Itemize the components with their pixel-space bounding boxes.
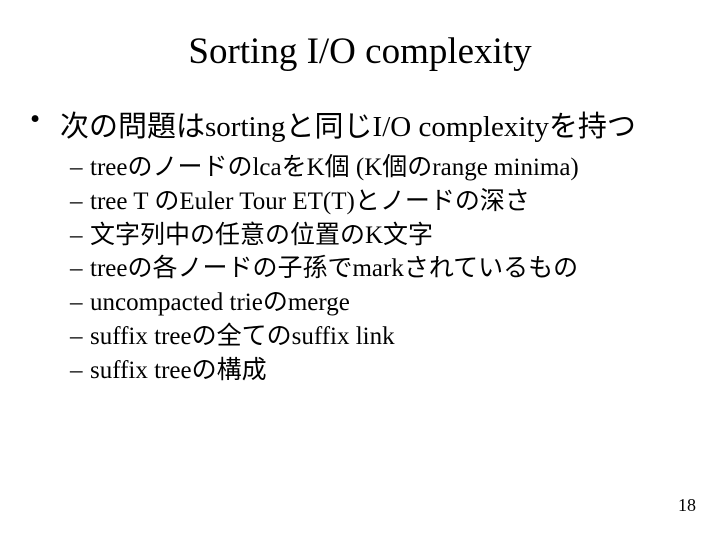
bullet-dot-icon: • <box>30 103 60 136</box>
bullet-level2: – uncompacted trieのmerge <box>70 286 700 320</box>
bullet-level2: – suffix treeの全てのsuffix link <box>70 320 700 354</box>
bullet-level2: – treeのノードのlcaをK個 (K個のrange minima) <box>70 151 700 185</box>
page-number: 18 <box>678 495 696 516</box>
sub-bullet-text: treeの各ノードの子孫でmarkされているもの <box>90 252 700 286</box>
sub-bullet-text: 文字列中の任意の位置のK文字 <box>90 219 700 253</box>
dash-icon: – <box>70 185 90 219</box>
bullet-text: 次の問題はsortingと同じI/O complexityを持つ <box>60 103 700 145</box>
bullet-level2: – tree T のEuler Tour ET(T)とノードの深さ <box>70 185 700 219</box>
dash-icon: – <box>70 286 90 320</box>
slide: Sorting I/O complexity • 次の問題はsortingと同じ… <box>0 0 720 540</box>
bullet-level1: • 次の問題はsortingと同じI/O complexityを持つ <box>30 103 700 145</box>
sub-bullet-text: suffix treeの構成 <box>90 354 700 388</box>
slide-body: • 次の問題はsortingと同じI/O complexityを持つ – tre… <box>0 103 720 387</box>
bullet-level2: – 文字列中の任意の位置のK文字 <box>70 219 700 253</box>
sub-bullet-text: suffix treeの全てのsuffix link <box>90 320 700 354</box>
dash-icon: – <box>70 151 90 185</box>
dash-icon: – <box>70 219 90 253</box>
bullet-level2: – treeの各ノードの子孫でmarkされているもの <box>70 252 700 286</box>
dash-icon: – <box>70 320 90 354</box>
sub-bullet-text: treeのノードのlcaをK個 (K個のrange minima) <box>90 151 700 185</box>
dash-icon: – <box>70 354 90 388</box>
sub-bullet-text: tree T のEuler Tour ET(T)とノードの深さ <box>90 185 700 219</box>
sub-bullet-text: uncompacted trieのmerge <box>90 286 700 320</box>
bullet-level2: – suffix treeの構成 <box>70 354 700 388</box>
slide-title: Sorting I/O complexity <box>0 0 720 103</box>
dash-icon: – <box>70 252 90 286</box>
